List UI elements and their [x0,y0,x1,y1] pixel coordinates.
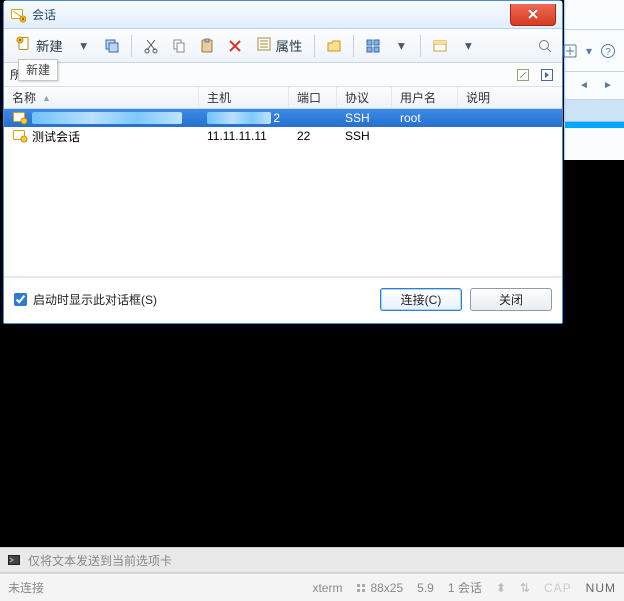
list-view-dropdown[interactable]: ▾ [455,34,481,58]
edit-path-icon[interactable] [514,66,532,84]
search-icon[interactable] [534,35,556,57]
status-bar: 未连接 xterm 88x25 5.9 1 会话 ⬍ ⇅ CAP NUM [0,573,624,601]
cut-button[interactable] [138,34,164,58]
close-button[interactable]: 关闭 [470,288,552,311]
properties-label: 属性 [276,36,303,55]
new-button-label: 新建 [36,36,63,55]
session-row-icon [12,128,28,144]
send-bar-icon[interactable] [6,552,22,568]
properties-icon [256,36,272,55]
status-size: 88x25 [356,581,403,595]
status-term: xterm [312,581,342,595]
status-sessions: 1 会话 [448,579,482,596]
titlebar: 会话 [4,1,562,29]
new-button[interactable]: 新建 [10,34,69,58]
view-options-dropdown[interactable]: ▾ [388,34,414,58]
help-icon[interactable]: ? [600,43,616,59]
properties-button[interactable]: 属性 [250,34,309,58]
session-icon [10,7,26,23]
parent-toolbar-icon[interactable] [562,43,578,59]
view-options-button[interactable] [360,34,386,58]
col-name[interactable]: 名称▲ [4,87,199,108]
dialog-bottom: 启动时显示此对话框(S) 连接(C) 关闭 [4,277,562,323]
status-updown-icon: ⬍ [496,581,506,595]
window-close-button[interactable] [510,4,556,26]
col-user[interactable]: 用户名 [392,87,458,108]
tab-scroll-right-icon[interactable]: ► [600,78,616,94]
redacted-host [207,112,271,124]
status-connection: 未连接 [8,579,44,596]
delete-button[interactable] [222,34,248,58]
startup-checkbox-input[interactable] [14,293,27,306]
redacted-name [32,112,182,124]
status-num: NUM [586,581,616,595]
new-dropdown[interactable]: ▾ [71,34,97,58]
send-text-bar: 仅将文本发送到当前选项卡 [0,547,624,573]
send-bar-text: 仅将文本发送到当前选项卡 [28,552,172,569]
status-transfer-icon: ⇅ [520,581,530,595]
list-view-button[interactable] [427,34,453,58]
go-icon[interactable] [538,66,556,84]
save-all-button[interactable] [99,34,125,58]
parent-toolbar-dropdown-caret[interactable]: ▾ [586,44,592,58]
folder-button[interactable] [321,34,347,58]
status-num1: 5.9 [417,581,434,595]
connect-button[interactable]: 连接(C) [380,288,462,311]
sessions-table: 名称▲ 主机 端口 协议 用户名 说明 2 SSH root [4,87,562,277]
paste-button[interactable] [194,34,220,58]
tab-scroll-left-icon[interactable]: ◄ [576,78,592,94]
copy-button[interactable] [166,34,192,58]
new-file-icon [16,36,32,55]
table-row[interactable]: 2 SSH root [4,109,562,127]
col-desc[interactable]: 说明 [458,87,562,108]
col-proto[interactable]: 协议 [337,87,392,108]
col-host[interactable]: 主机 [199,87,289,108]
table-row[interactable]: 测试会话 11.11.11.11 22 SSH [4,127,562,145]
session-row-icon [12,110,28,126]
tooltip-new: 新建 [18,59,58,81]
svg-text:?: ? [605,47,611,58]
toolbar: 新建 ▾ 属性 ▾ [4,29,562,63]
col-port[interactable]: 端口 [289,87,337,108]
dialog-title: 会话 [32,6,56,23]
sessions-dialog: 会话 新建 ▾ [3,0,563,324]
startup-checkbox[interactable]: 启动时显示此对话框(S) [14,291,157,308]
status-cap: CAP [544,581,572,595]
tree-bar: 所有会话 [4,63,562,87]
sort-asc-icon: ▲ [42,93,51,103]
